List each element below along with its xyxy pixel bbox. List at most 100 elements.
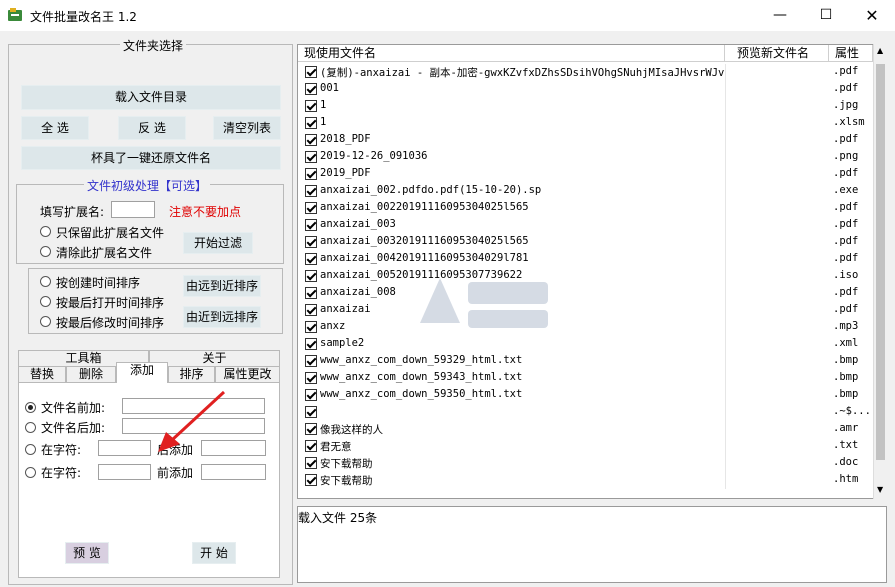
row-checkbox[interactable] — [305, 423, 317, 435]
before-char-input[interactable] — [98, 464, 151, 480]
row-checkbox[interactable] — [305, 355, 317, 367]
table-row[interactable]: 像我这样的人 .amr — [298, 421, 886, 438]
row-checkbox[interactable] — [305, 338, 317, 350]
tab-attributes[interactable]: 属性更改 — [215, 366, 280, 383]
restore-names-button[interactable]: 杯具了一键还原文件名 — [21, 146, 281, 170]
table-row[interactable]: anxaizai_00520191116095307739622 .iso — [298, 268, 886, 285]
tab-add[interactable]: 添加 — [116, 362, 168, 383]
row-checkbox[interactable] — [305, 83, 317, 95]
row-checkbox[interactable] — [305, 440, 317, 452]
table-row[interactable]: 1 .jpg — [298, 98, 886, 115]
log-area[interactable]: 载入文件 25条 — [297, 506, 887, 583]
row-checkbox[interactable] — [305, 457, 317, 469]
table-row[interactable]: anxaizai_00220191116095304025l565 .pdf — [298, 200, 886, 217]
ext-input[interactable] — [111, 201, 155, 218]
table-row[interactable]: anxaizai_002.pdfdo.pdf(15-10-20).sp .exe — [298, 183, 886, 200]
table-row[interactable]: 安下载帮助 .htm — [298, 472, 886, 489]
row-checkbox[interactable] — [305, 117, 317, 129]
table-row[interactable]: (复制)-anxaizai - 副本-加密-gwxKZvfxDZhsSDsihV… — [298, 64, 886, 81]
before-char-radio[interactable] — [25, 467, 36, 478]
table-row[interactable]: anxz .mp3 — [298, 319, 886, 336]
start-filter-button[interactable]: 开始过滤 — [183, 232, 253, 254]
tab-sort[interactable]: 排序 — [168, 366, 215, 383]
minimize-button[interactable]: — — [757, 0, 803, 31]
column-header-preview-name[interactable]: 预览新文件名 — [725, 45, 829, 62]
row-checkbox[interactable] — [305, 219, 317, 231]
column-header-attribute[interactable]: 属性 — [829, 45, 873, 62]
table-row[interactable]: 2018_PDF .pdf — [298, 132, 886, 149]
row-preview-name — [725, 98, 829, 115]
column-header-current-name[interactable]: 现使用文件名 — [298, 45, 725, 62]
window-title: 文件批量改名王 1.2 — [30, 10, 137, 24]
row-extension: .jpg — [833, 99, 859, 111]
before-add-input[interactable] — [201, 464, 266, 480]
row-checkbox[interactable] — [305, 236, 317, 248]
list-scrollbar[interactable]: ▲ ▼ — [873, 44, 887, 499]
table-row[interactable]: .~$... — [298, 404, 886, 421]
scroll-up-icon[interactable]: ▲ — [877, 46, 883, 55]
tab-delete[interactable]: 删除 — [66, 366, 116, 383]
row-checkbox[interactable] — [305, 321, 317, 333]
remove-ext-radio[interactable] — [40, 246, 51, 257]
table-row[interactable]: www_anxz_com_down_59343_html.txt .bmp — [298, 370, 886, 387]
table-row[interactable]: anxaizai_008 .pdf — [298, 285, 886, 302]
row-checkbox[interactable] — [305, 474, 317, 486]
row-checkbox[interactable] — [305, 406, 317, 418]
sort-create-radio[interactable] — [40, 276, 51, 287]
sort-modify-radio[interactable] — [40, 316, 51, 327]
table-row[interactable]: www_anxz_com_down_59350_html.txt .bmp — [298, 387, 886, 404]
row-checkbox[interactable] — [305, 253, 317, 265]
start-add-button[interactable]: 开 始 — [192, 542, 236, 564]
row-extension: .pdf — [833, 252, 859, 264]
invert-selection-button[interactable]: 反 选 — [118, 116, 186, 140]
row-checkbox[interactable] — [305, 304, 317, 316]
row-checkbox[interactable] — [305, 168, 317, 180]
table-row[interactable]: 君无意 .txt — [298, 438, 886, 455]
table-row[interactable]: anxaizai .pdf — [298, 302, 886, 319]
before-char-label: 在字符: — [41, 466, 82, 480]
sort-open-radio[interactable] — [40, 296, 51, 307]
after-char-input[interactable] — [98, 440, 151, 456]
row-preview-name — [725, 455, 829, 472]
clear-list-button[interactable]: 清空列表 — [213, 116, 281, 140]
table-row[interactable]: 001 .pdf — [298, 81, 886, 98]
row-checkbox[interactable] — [305, 202, 317, 214]
row-checkbox[interactable] — [305, 100, 317, 112]
row-checkbox[interactable] — [305, 372, 317, 384]
row-checkbox[interactable] — [305, 389, 317, 401]
prefix-radio[interactable] — [25, 402, 36, 413]
after-char-radio[interactable] — [25, 444, 36, 455]
keep-ext-radio[interactable] — [40, 226, 51, 237]
table-row[interactable]: 2019_PDF .pdf — [298, 166, 886, 183]
row-checkbox[interactable] — [305, 270, 317, 282]
row-checkbox[interactable] — [305, 151, 317, 163]
row-checkbox[interactable] — [305, 66, 317, 78]
close-button[interactable]: ✕ — [849, 0, 895, 31]
table-row[interactable]: 安下载帮助 .doc — [298, 455, 886, 472]
row-checkbox[interactable] — [305, 185, 317, 197]
row-file-name: anxaizai_00520191116095307739622 — [320, 269, 523, 281]
maximize-button[interactable]: ☐ — [803, 0, 849, 31]
remove-ext-label: 清除此扩展名文件 — [56, 246, 153, 260]
row-checkbox[interactable] — [305, 287, 317, 299]
preview-button[interactable]: 预 览 — [65, 542, 109, 564]
scroll-thumb[interactable] — [876, 64, 885, 460]
row-checkbox[interactable] — [305, 134, 317, 146]
load-directory-button[interactable]: 载入文件目录 — [21, 85, 281, 110]
table-row[interactable]: anxaizai_00420191116095304029l781 .pdf — [298, 251, 886, 268]
table-row[interactable]: 2019-12-26_091036 .png — [298, 149, 886, 166]
row-extension: .pdf — [833, 235, 859, 247]
tab-replace[interactable]: 替换 — [18, 366, 66, 383]
table-row[interactable]: 1 .xlsm — [298, 115, 886, 132]
scroll-down-icon[interactable]: ▼ — [877, 485, 883, 494]
tab-about[interactable]: 关于 — [149, 350, 280, 367]
select-all-button[interactable]: 全 选 — [21, 116, 89, 140]
far-to-near-button[interactable]: 由远到近排序 — [183, 275, 261, 297]
table-row[interactable]: sample2 .xml — [298, 336, 886, 353]
row-extension: .bmp — [833, 371, 859, 383]
table-row[interactable]: anxaizai_003 .pdf — [298, 217, 886, 234]
table-row[interactable]: anxaizai_00320191116095304025l565 .pdf — [298, 234, 886, 251]
table-row[interactable]: www_anxz_com_down_59329_html.txt .bmp — [298, 353, 886, 370]
suffix-radio[interactable] — [25, 422, 36, 433]
near-to-far-button[interactable]: 由近到远排序 — [183, 306, 261, 328]
